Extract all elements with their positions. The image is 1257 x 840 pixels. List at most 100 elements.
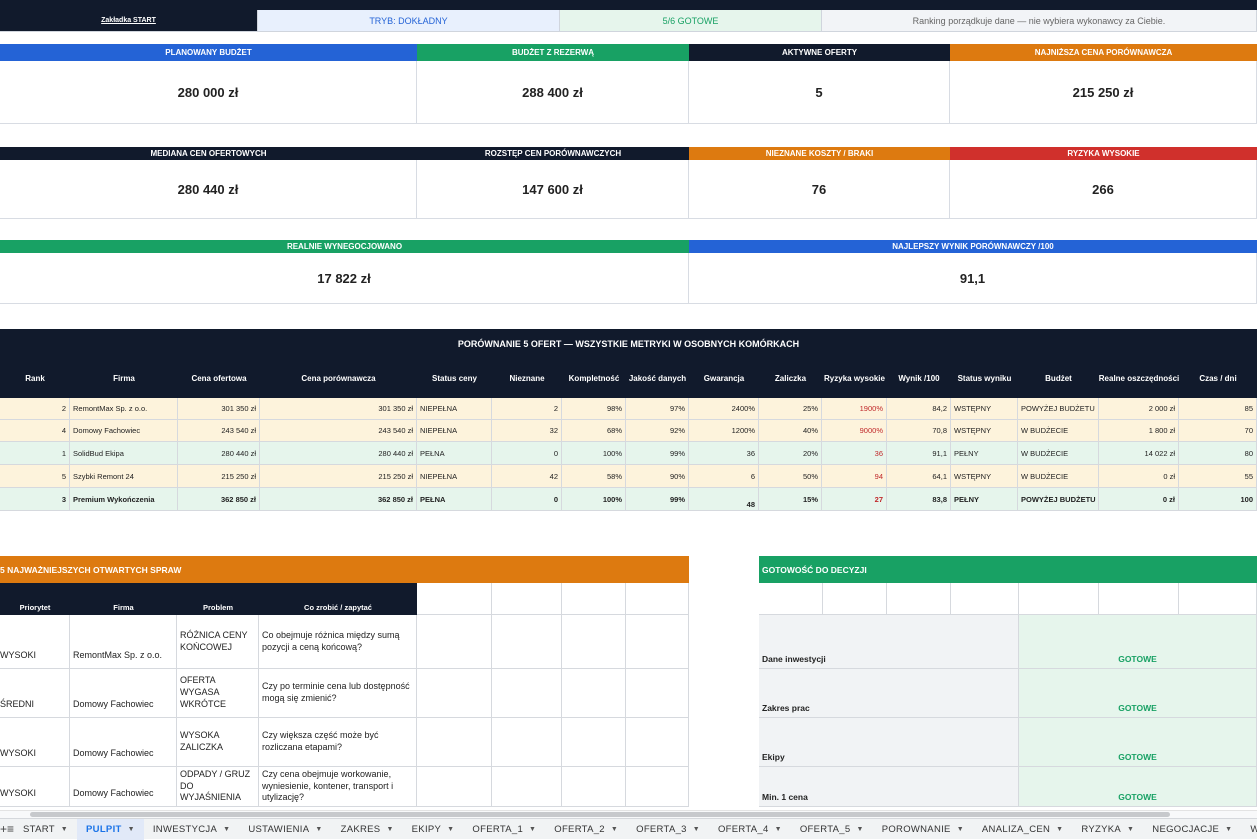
issues-cell[interactable]: Domowy Fachowiec	[70, 718, 177, 767]
issues-cell[interactable]: Domowy Fachowiec	[70, 767, 177, 807]
issues-cell[interactable]: WYSOKI	[0, 615, 70, 669]
chevron-down-icon[interactable]: ▼	[128, 826, 135, 833]
empty-cell[interactable]	[417, 583, 492, 615]
empty-cell[interactable]	[626, 767, 689, 807]
sheet-tab-start[interactable]: START ▼	[14, 819, 77, 840]
sheet-tab-oferta_4[interactable]: OFERTA_4 ▼	[709, 819, 791, 840]
comparison-cell[interactable]: WSTĘPNY	[951, 420, 1018, 442]
sheet-tab-werd[interactable]: WERD	[1241, 819, 1257, 840]
comparison-cell[interactable]: 85	[1179, 398, 1257, 420]
comparison-cell[interactable]: 0 zł	[1099, 465, 1179, 488]
comparison-cell[interactable]: 97%	[626, 398, 689, 420]
scrollbar-thumb[interactable]	[30, 812, 1170, 817]
comparison-cell[interactable]: 301 350 zł	[260, 398, 417, 420]
comparison-cell[interactable]: 94	[822, 465, 887, 488]
readiness-item[interactable]: Ekipy	[759, 718, 1019, 767]
comparison-cell[interactable]: 91,1	[887, 442, 951, 465]
chevron-down-icon[interactable]: ▼	[775, 826, 782, 833]
readiness-status[interactable]: GOTOWE	[1019, 669, 1257, 718]
chevron-down-icon[interactable]: ▼	[529, 826, 536, 833]
comparison-cell[interactable]: Premium Wykończenia	[70, 488, 178, 511]
comparison-cell[interactable]: RemontMax Sp. z o.o.	[70, 398, 178, 420]
empty-cell[interactable]	[823, 583, 887, 615]
all-sheets-menu-icon[interactable]: ≡	[7, 819, 14, 840]
comparison-cell[interactable]: 6	[689, 465, 759, 488]
comparison-cell[interactable]: 58%	[562, 465, 626, 488]
comparison-cell[interactable]: 5	[0, 465, 70, 488]
comparison-cell[interactable]: SolidBud Ekipa	[70, 442, 178, 465]
sheet-tab-pulpit[interactable]: PULPIT ▼	[77, 818, 144, 840]
chevron-down-icon[interactable]: ▼	[447, 826, 454, 833]
comparison-cell[interactable]: 27	[822, 488, 887, 511]
comparison-cell[interactable]: PEŁNA	[417, 442, 492, 465]
empty-cell[interactable]	[626, 583, 689, 615]
sheet-tab-oferta_5[interactable]: OFERTA_5 ▼	[791, 819, 873, 840]
comparison-cell[interactable]: W BUDŻECIE	[1018, 420, 1099, 442]
comparison-cell[interactable]: POWYŻEJ BUDŻETU	[1018, 488, 1099, 511]
chevron-down-icon[interactable]: ▼	[386, 826, 393, 833]
empty-cell[interactable]	[562, 615, 626, 669]
sheet-tab-zakres[interactable]: ZAKRES ▼	[332, 819, 403, 840]
comparison-cell[interactable]: 80	[1179, 442, 1257, 465]
comparison-cell[interactable]: 68%	[562, 420, 626, 442]
comparison-cell[interactable]: 243 540 zł	[260, 420, 417, 442]
issues-cell[interactable]: Czy po terminie cena lub dostępność mogą…	[259, 669, 417, 718]
comparison-cell[interactable]: 25%	[759, 398, 822, 420]
sheet-tab-negocjacje[interactable]: NEGOCJACJE ▼	[1143, 819, 1241, 840]
comparison-cell[interactable]: 36	[822, 442, 887, 465]
comparison-cell[interactable]: 0	[492, 442, 562, 465]
comparison-cell[interactable]: 1200%	[689, 420, 759, 442]
readiness-status[interactable]: GOTOWE	[1019, 767, 1257, 807]
comparison-cell[interactable]: PEŁNY	[951, 442, 1018, 465]
empty-cell[interactable]	[492, 669, 562, 718]
comparison-cell[interactable]: 362 850 zł	[260, 488, 417, 511]
chevron-down-icon[interactable]: ▼	[1056, 826, 1063, 833]
empty-cell[interactable]	[626, 669, 689, 718]
readiness-item[interactable]: Min. 1 cena	[759, 767, 1019, 807]
chevron-down-icon[interactable]: ▼	[1225, 826, 1232, 833]
comparison-cell[interactable]: 9000%	[822, 420, 887, 442]
issues-cell[interactable]: OFERTA WYGASA WKRÓTCE	[177, 669, 259, 718]
chevron-down-icon[interactable]: ▼	[315, 826, 322, 833]
comparison-cell[interactable]: 90%	[626, 465, 689, 488]
horizontal-scrollbar[interactable]	[0, 810, 1257, 818]
comparison-cell[interactable]: 83,8	[887, 488, 951, 511]
comparison-cell[interactable]: 15%	[759, 488, 822, 511]
empty-cell[interactable]	[562, 669, 626, 718]
sheet-tab-ekipy[interactable]: EKIPY ▼	[403, 819, 464, 840]
readiness-status[interactable]: GOTOWE	[1019, 615, 1257, 669]
sheet-tab-oferta_3[interactable]: OFERTA_3 ▼	[627, 819, 709, 840]
comparison-cell[interactable]: 64,1	[887, 465, 951, 488]
chevron-down-icon[interactable]: ▼	[856, 826, 863, 833]
chevron-down-icon[interactable]: ▼	[1127, 826, 1134, 833]
comparison-cell[interactable]: 100%	[562, 442, 626, 465]
issues-cell[interactable]: ODPADY / GRUZ DO WYJAŚNIENIA	[177, 767, 259, 807]
empty-cell[interactable]	[626, 615, 689, 669]
comparison-cell[interactable]: 4	[0, 420, 70, 442]
sheet-tab-oferta_1[interactable]: OFERTA_1 ▼	[463, 819, 545, 840]
comparison-cell[interactable]: 0	[492, 488, 562, 511]
comparison-cell[interactable]: 36	[689, 442, 759, 465]
comparison-cell[interactable]: 3	[0, 488, 70, 511]
comparison-cell[interactable]: 40%	[759, 420, 822, 442]
issues-cell[interactable]: WYSOKA ZALICZKA	[177, 718, 259, 767]
comparison-cell[interactable]: 42	[492, 465, 562, 488]
comparison-cell[interactable]: 50%	[759, 465, 822, 488]
comparison-cell[interactable]: POWYŻEJ BUDŻETU	[1018, 398, 1099, 420]
comparison-cell[interactable]: Szybki Remont 24	[70, 465, 178, 488]
sheet-tab-ustawienia[interactable]: USTAWIENIA ▼	[239, 819, 331, 840]
readiness-status[interactable]: GOTOWE	[1019, 718, 1257, 767]
comparison-cell[interactable]: 215 250 zł	[178, 465, 260, 488]
comparison-cell[interactable]: 70,8	[887, 420, 951, 442]
add-sheet-icon[interactable]: +	[0, 819, 7, 840]
empty-cell[interactable]	[492, 583, 562, 615]
empty-cell[interactable]	[562, 718, 626, 767]
comparison-cell[interactable]: 243 540 zł	[178, 420, 260, 442]
empty-cell[interactable]	[1019, 583, 1099, 615]
empty-cell[interactable]	[887, 583, 951, 615]
comparison-cell[interactable]: 99%	[626, 442, 689, 465]
comparison-cell[interactable]: 100	[1179, 488, 1257, 511]
comparison-cell[interactable]: 280 440 zł	[178, 442, 260, 465]
comparison-cell[interactable]: PEŁNY	[951, 488, 1018, 511]
issues-cell[interactable]: RemontMax Sp. z o.o.	[70, 615, 177, 669]
